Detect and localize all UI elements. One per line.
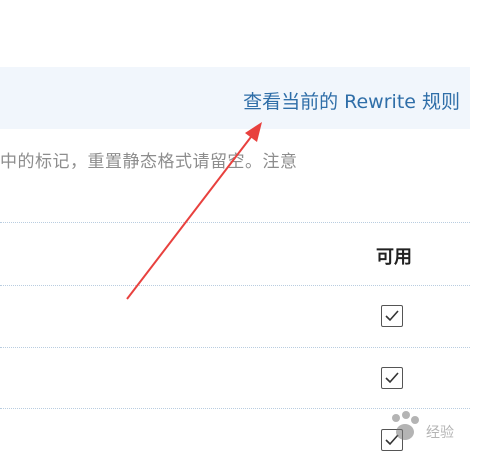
check-icon — [385, 372, 399, 384]
rewrite-banner: 查看当前的 Rewrite 规则 — [0, 67, 470, 129]
table-divider — [0, 222, 470, 223]
rule-enabled-checkbox[interactable] — [381, 305, 403, 327]
format-hint-text: 中的标记，重置静态格式请留空。注意 — [0, 152, 298, 172]
rule-enabled-checkbox[interactable] — [381, 367, 403, 389]
watermark-text: 经验 — [426, 425, 454, 441]
table-divider — [0, 347, 470, 348]
check-icon — [385, 310, 399, 322]
table-divider — [0, 285, 470, 286]
enabled-column-header: 可用 — [376, 247, 412, 268]
view-rewrite-rules-link[interactable]: 查看当前的 Rewrite 规则 — [243, 87, 460, 114]
paw-logo-icon — [392, 411, 419, 440]
watermark: 经验 — [382, 402, 500, 452]
